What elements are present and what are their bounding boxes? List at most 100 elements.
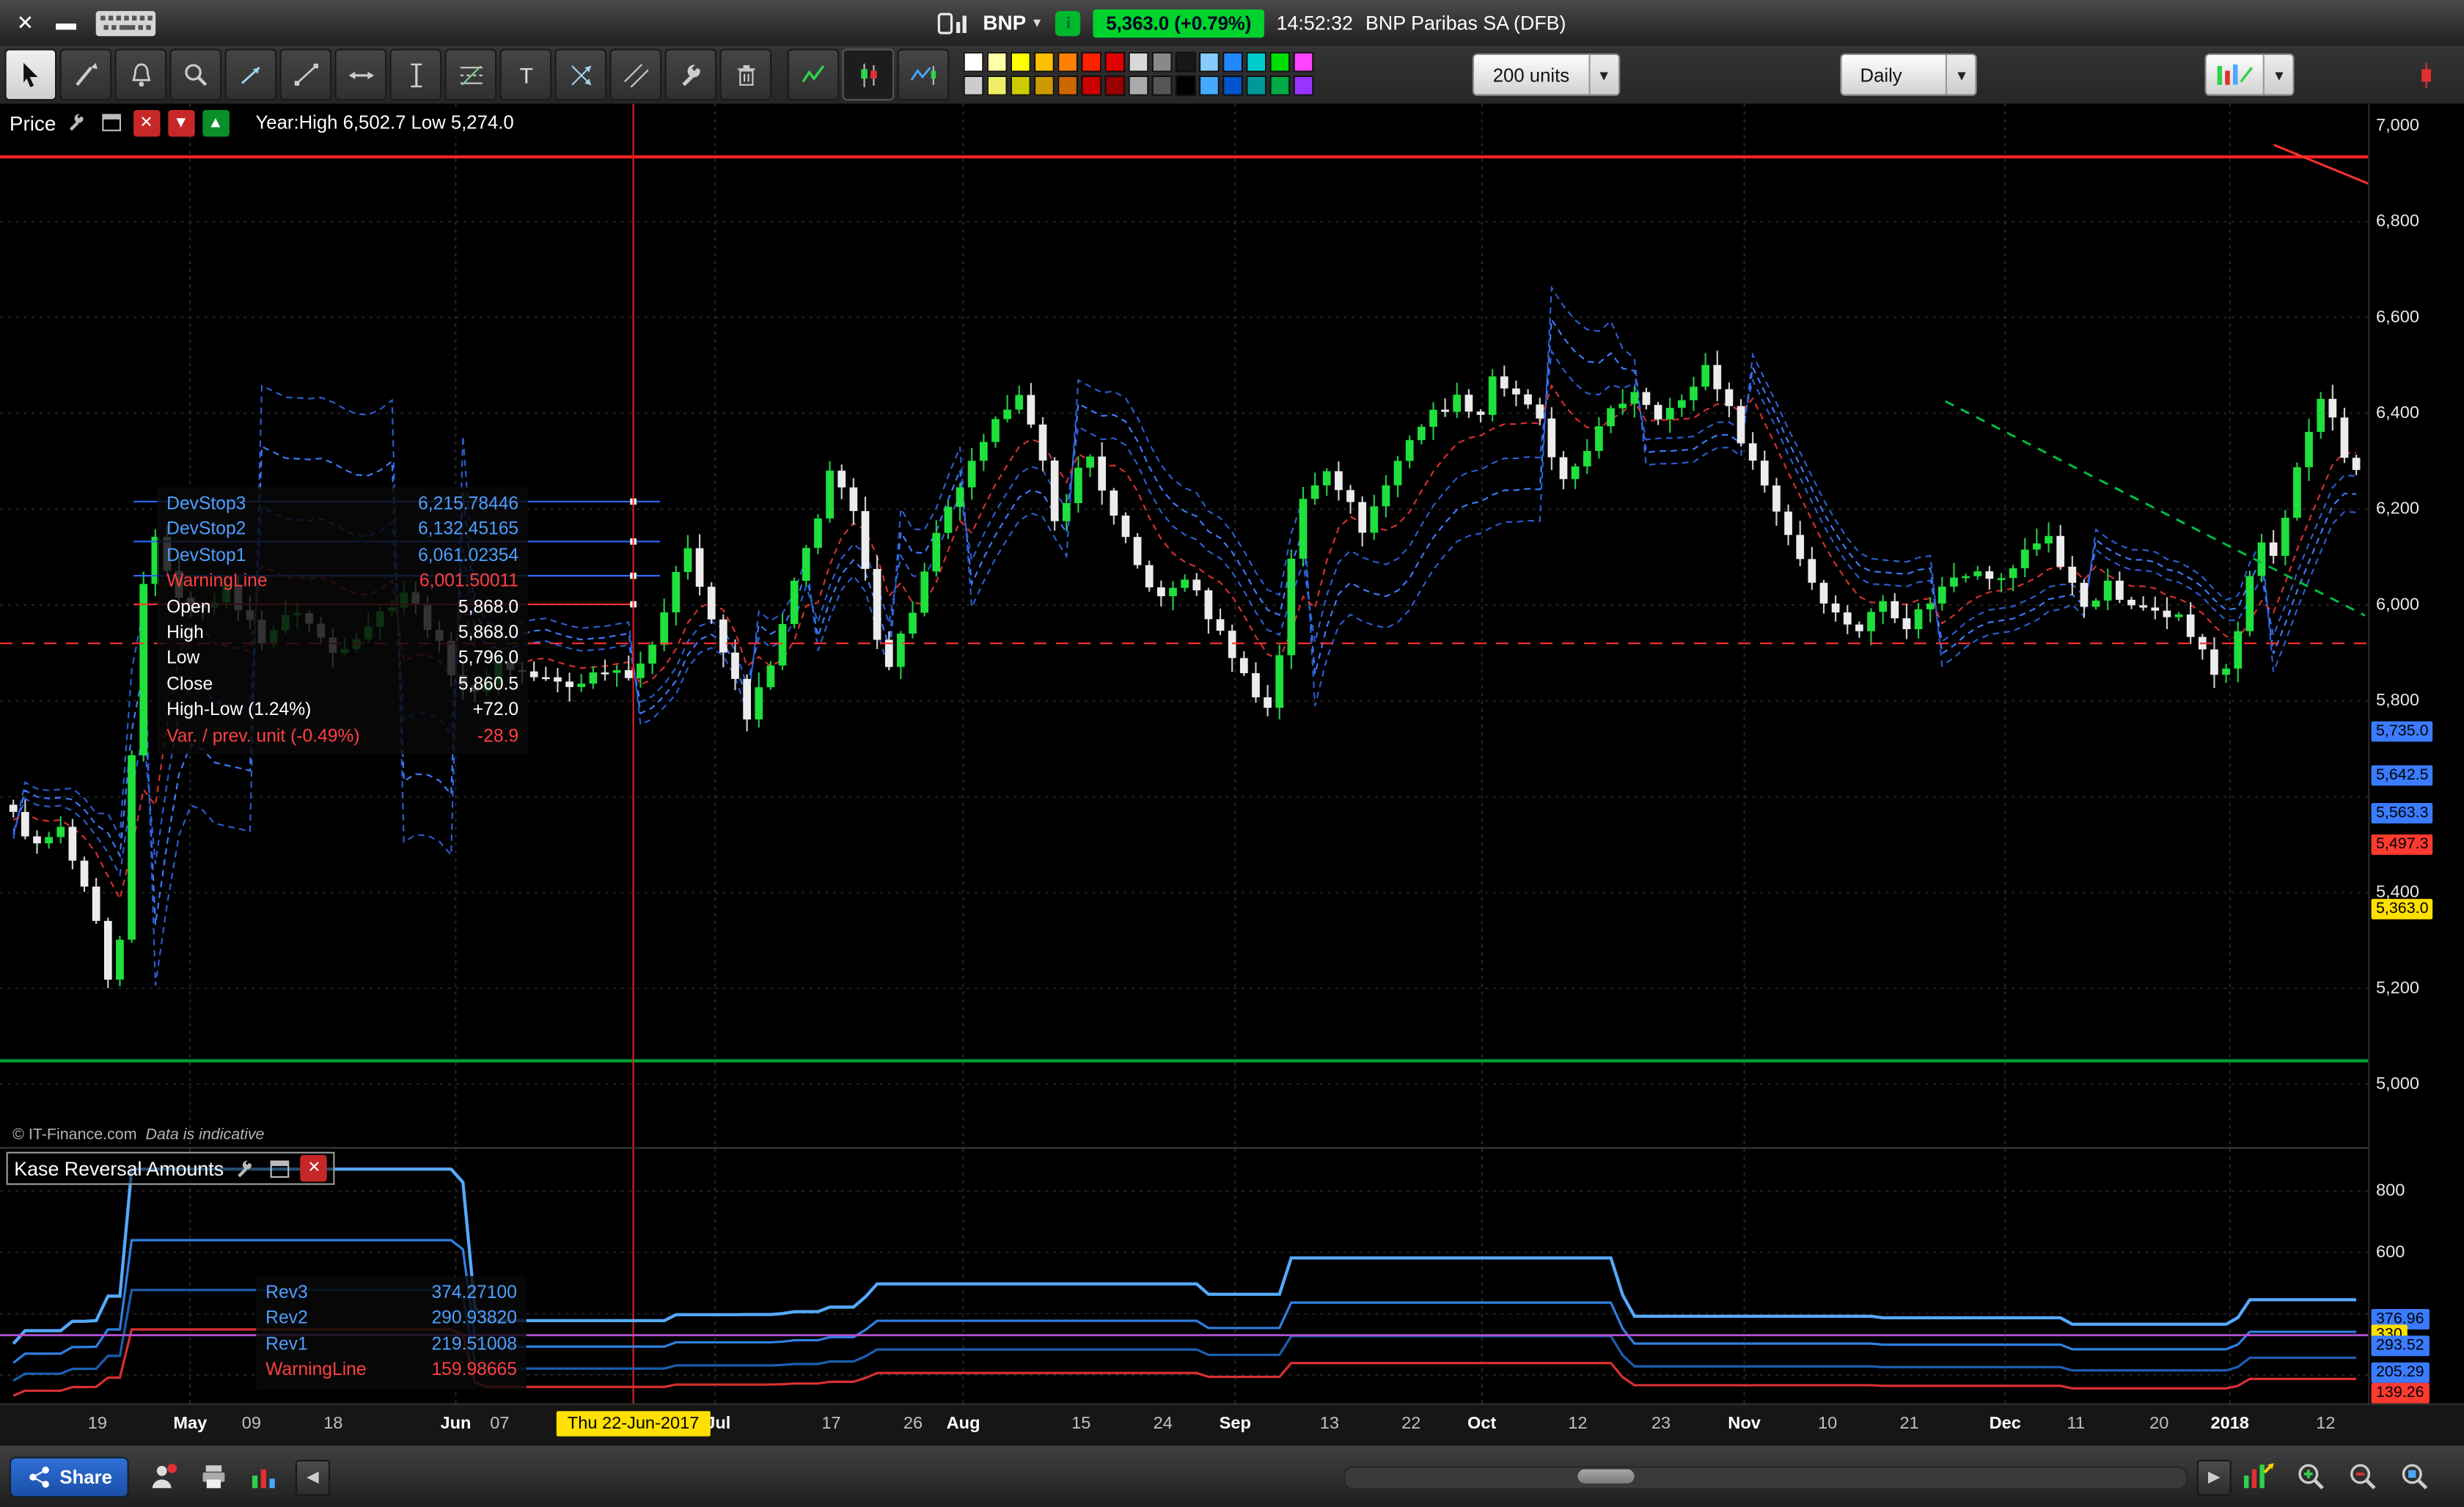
color-swatch[interactable]: [1057, 52, 1078, 73]
price-window-icon[interactable]: [98, 109, 125, 136]
red-candle-icon: [2410, 59, 2441, 90]
alert-tool-button[interactable]: [114, 48, 166, 100]
color-swatch[interactable]: [1129, 76, 1149, 96]
zoom-tool-button[interactable]: [169, 48, 221, 100]
kase-tag-label: 205.29: [2372, 1363, 2429, 1383]
chart-area[interactable]: Price ✕ ▼ ▲ Year:High 6,502.7 Low 5,274.…: [0, 103, 2464, 1445]
text-tool-button[interactable]: T: [499, 48, 551, 100]
report-button[interactable]: [245, 1459, 282, 1496]
scroll-right-button[interactable]: ▶: [2197, 1460, 2232, 1496]
color-swatch[interactable]: [1011, 76, 1031, 96]
color-swatch[interactable]: [1199, 52, 1220, 73]
price-info-row: Var. / prev. unit (-0.49%)-28.9: [166, 724, 518, 749]
color-swatch[interactable]: [964, 52, 984, 73]
color-swatch[interactable]: [1081, 76, 1101, 96]
channel-tool-button[interactable]: [609, 48, 661, 100]
zoom-range-button[interactable]: [2397, 1459, 2434, 1496]
price-tick-label: 6,800: [2376, 212, 2419, 231]
select-tool-button[interactable]: [4, 48, 56, 100]
last-quote-badge: 5,363.0 (+0.79%): [1093, 9, 1264, 37]
kase-settings-wrench-icon[interactable]: [232, 1155, 258, 1181]
color-swatch[interactable]: [1269, 76, 1290, 96]
trader-alert-button[interactable]: [144, 1459, 182, 1496]
indicator-style-dropdown[interactable]: ▼: [2205, 54, 2295, 96]
vertical-line-tool-button[interactable]: [389, 48, 441, 100]
quick-candle-button[interactable]: [2399, 48, 2452, 100]
kase-panel-header: Kase Reversal Amounts ✕: [7, 1152, 336, 1185]
color-swatch[interactable]: [1081, 52, 1101, 73]
x-axis-date-row[interactable]: Thu 22-Jun-2017 19May0918Jun07Jul1726Aug…: [0, 1404, 2464, 1448]
chevron-down-icon: ▼: [2264, 55, 2294, 95]
color-swatch[interactable]: [1152, 52, 1173, 73]
color-swatch[interactable]: [1222, 52, 1243, 73]
color-swatch[interactable]: [1176, 52, 1196, 73]
trendline-tool-button[interactable]: [279, 48, 331, 100]
color-swatch[interactable]: [1246, 76, 1266, 96]
kase-window-icon[interactable]: [266, 1155, 293, 1181]
color-swatch[interactable]: [1034, 52, 1055, 73]
scroll-left-button[interactable]: ◀: [296, 1460, 330, 1496]
color-swatch[interactable]: [987, 76, 1008, 96]
kase-close-icon[interactable]: ✕: [301, 1155, 327, 1181]
color-swatch[interactable]: [1011, 52, 1031, 73]
settings-tool-button[interactable]: [664, 48, 716, 100]
zoom-in-icon: [2295, 1460, 2329, 1495]
zoom-out-button[interactable]: [2344, 1459, 2382, 1496]
share-button[interactable]: Share: [10, 1456, 130, 1497]
instrument-info-button[interactable]: i: [1056, 10, 1081, 35]
horizontal-scrollbar[interactable]: [1343, 1466, 2188, 1489]
date-label: 2018: [2210, 1415, 2248, 1434]
pencil-tool-button[interactable]: [59, 48, 111, 100]
color-swatch[interactable]: [1152, 76, 1173, 96]
color-swatch[interactable]: [1294, 52, 1314, 73]
horizontal-line-tool-button[interactable]: [334, 48, 386, 100]
segment-tool-button[interactable]: [224, 48, 276, 100]
line-chart-style-button[interactable]: [788, 48, 840, 100]
share-icon: [26, 1464, 51, 1489]
fibonacci-tool-button[interactable]: [444, 48, 496, 100]
color-swatch[interactable]: [1294, 76, 1314, 96]
minimize-window-icon[interactable]: ▬: [54, 10, 78, 35]
zoom-in-button[interactable]: [2292, 1459, 2330, 1496]
color-swatch[interactable]: [1222, 76, 1243, 96]
price-settings-wrench-icon[interactable]: [64, 109, 90, 136]
close-window-icon[interactable]: ✕: [12, 10, 37, 35]
chart-fit-button[interactable]: [2240, 1459, 2277, 1496]
color-swatch[interactable]: [1246, 52, 1266, 73]
period-dropdown[interactable]: Daily ▼: [1840, 54, 1978, 96]
date-label: 09: [242, 1415, 261, 1434]
print-button[interactable]: [195, 1459, 232, 1496]
color-swatch[interactable]: [987, 52, 1008, 73]
price-move-up-icon[interactable]: ▲: [202, 109, 229, 136]
date-label: 23: [1651, 1415, 1671, 1434]
date-label: 21: [1899, 1415, 1918, 1434]
candlestick-chart-style-button[interactable]: [843, 48, 895, 100]
color-swatch[interactable]: [964, 76, 984, 96]
mobile-signal-icon: [936, 3, 970, 43]
units-dropdown[interactable]: 200 units ▼: [1473, 54, 1620, 96]
price-tick-label: 7,000: [2376, 117, 2419, 136]
color-swatch[interactable]: [1104, 76, 1125, 96]
price-close-icon[interactable]: ✕: [133, 109, 159, 136]
price-info-row: WarningLine6,001.50011: [166, 569, 518, 595]
price-move-down-icon[interactable]: ▼: [167, 109, 194, 136]
magnifier-icon: [180, 59, 211, 90]
delete-tool-button[interactable]: [719, 48, 771, 100]
keyboard-icon[interactable]: [95, 6, 158, 40]
color-swatch[interactable]: [1176, 76, 1196, 96]
color-swatch[interactable]: [1034, 76, 1055, 96]
color-swatch[interactable]: [1104, 52, 1125, 73]
instrument-name: BNP Paribas SA (DFB): [1365, 12, 1566, 34]
kase-info-row: WarningLine159.98665: [265, 1358, 517, 1384]
symbol-selector[interactable]: BNP▼: [983, 11, 1043, 34]
overlay-chart-style-button[interactable]: [898, 48, 950, 100]
color-swatch[interactable]: [1057, 76, 1078, 96]
color-swatch[interactable]: [1269, 52, 1290, 73]
title-bar: ✕ ▬ BNP▼ i 5,363.0 (+0.79%) 14:52:32 BNP…: [0, 0, 2464, 45]
color-swatch[interactable]: [1199, 76, 1220, 96]
arrows-tool-button[interactable]: [554, 48, 606, 100]
segment-icon: [235, 59, 266, 90]
scrollbar-thumb[interactable]: [1577, 1470, 1634, 1484]
color-swatch[interactable]: [1129, 52, 1149, 73]
price-y-axis[interactable]: 7,0006,8006,6006,4006,2006,0005,8005,400…: [2368, 103, 2464, 1445]
